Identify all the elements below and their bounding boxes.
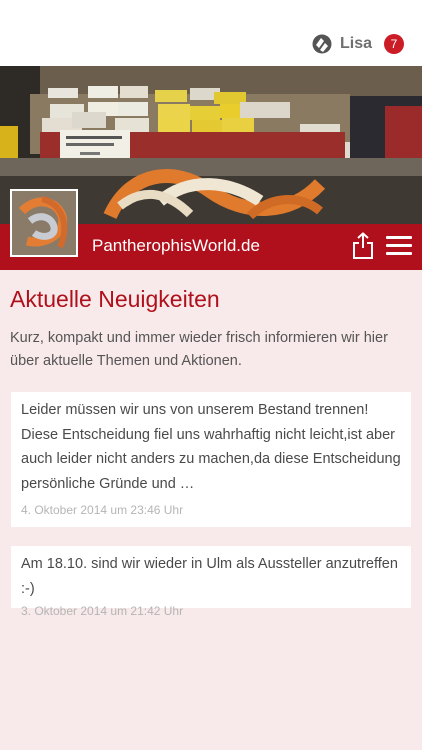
- news-post[interactable]: Am 18.10. sind wir wieder in Ulm als Aus…: [11, 546, 411, 618]
- site-name[interactable]: PantherophisWorld.de: [92, 236, 260, 256]
- user-account[interactable]: Lisa 7: [312, 32, 404, 56]
- share-icon[interactable]: [350, 232, 376, 260]
- user-name: Lisa: [339, 35, 372, 52]
- top-bar: Lisa 7: [0, 0, 422, 66]
- news-post-text: Am 18.10. sind wir wieder in Ulm als Aus…: [21, 556, 398, 597]
- news-post-date: 4. Oktober 2014 um 23:46 Uhr: [21, 503, 184, 517]
- app-logo-icon: [312, 34, 332, 54]
- news-post[interactable]: Leider müssen wir uns von unserem Bestan…: [11, 392, 411, 527]
- avatar: [10, 189, 78, 257]
- page-title: Aktuelle Neuigkeiten: [10, 286, 220, 312]
- news-post-date: 3. Oktober 2014 um 21:42 Uhr: [21, 604, 184, 618]
- hamburger-menu-icon[interactable]: [386, 236, 412, 258]
- news-post-text: Leider müssen wir uns von unserem Bestan…: [21, 402, 401, 492]
- notification-badge[interactable]: 7: [384, 34, 404, 54]
- intro-text: Kurz, kompakt und immer wieder frisch in…: [10, 330, 388, 369]
